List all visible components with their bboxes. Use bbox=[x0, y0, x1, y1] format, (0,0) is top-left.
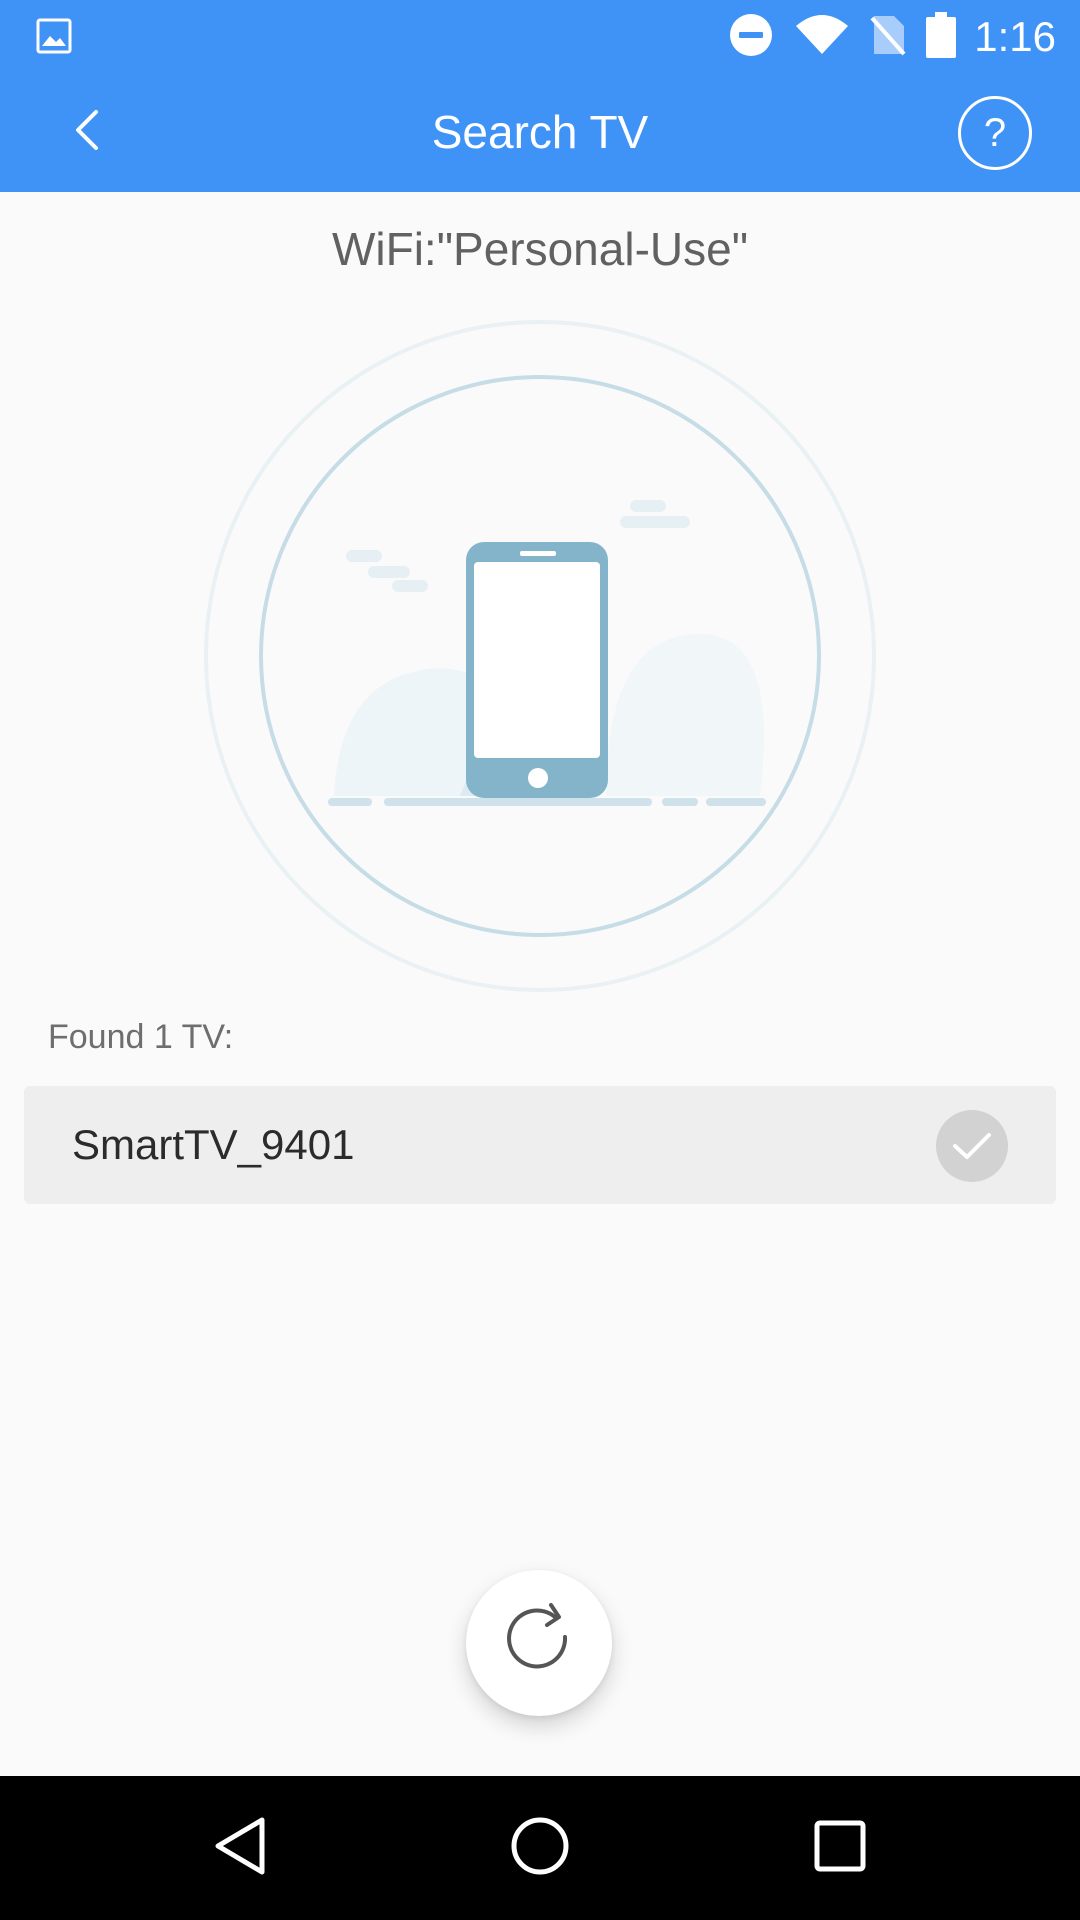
recents-square-icon bbox=[812, 1818, 868, 1879]
back-triangle-icon bbox=[210, 1814, 270, 1883]
refresh-button[interactable] bbox=[466, 1570, 612, 1716]
refresh-icon bbox=[499, 1601, 579, 1686]
status-time: 1:16 bbox=[974, 13, 1056, 60]
nav-back-button[interactable] bbox=[168, 1776, 312, 1920]
status-icons: 1:16 bbox=[708, 11, 1056, 63]
tv-list-item[interactable]: SmartTV_9401 bbox=[24, 1086, 1056, 1204]
help-icon: ? bbox=[983, 110, 1007, 155]
status-bar: 1:16 bbox=[0, 0, 1080, 72]
system-nav-bar bbox=[0, 1776, 1080, 1920]
do-not-disturb-icon bbox=[728, 12, 774, 63]
help-button[interactable]: ? bbox=[958, 96, 1032, 170]
wifi-icon bbox=[794, 14, 850, 61]
check-icon bbox=[936, 1110, 1008, 1182]
home-circle-icon bbox=[508, 1814, 572, 1883]
chevron-left-icon bbox=[68, 106, 108, 159]
nav-home-button[interactable] bbox=[468, 1776, 612, 1920]
wifi-network-label: WiFi:"Personal-Use" bbox=[331, 223, 749, 275]
app-bar: Search TV ? bbox=[0, 72, 1080, 192]
nav-recents-button[interactable] bbox=[768, 1776, 912, 1920]
found-count-label: Found 1 TV: bbox=[48, 1018, 234, 1056]
back-button[interactable] bbox=[50, 94, 126, 170]
gallery-icon bbox=[36, 18, 72, 59]
search-illustration bbox=[200, 318, 880, 1003]
no-sim-icon bbox=[870, 14, 906, 61]
battery-icon bbox=[926, 11, 957, 63]
page-title: Search TV bbox=[431, 106, 649, 158]
tv-name: SmartTV_9401 bbox=[72, 1121, 355, 1168]
